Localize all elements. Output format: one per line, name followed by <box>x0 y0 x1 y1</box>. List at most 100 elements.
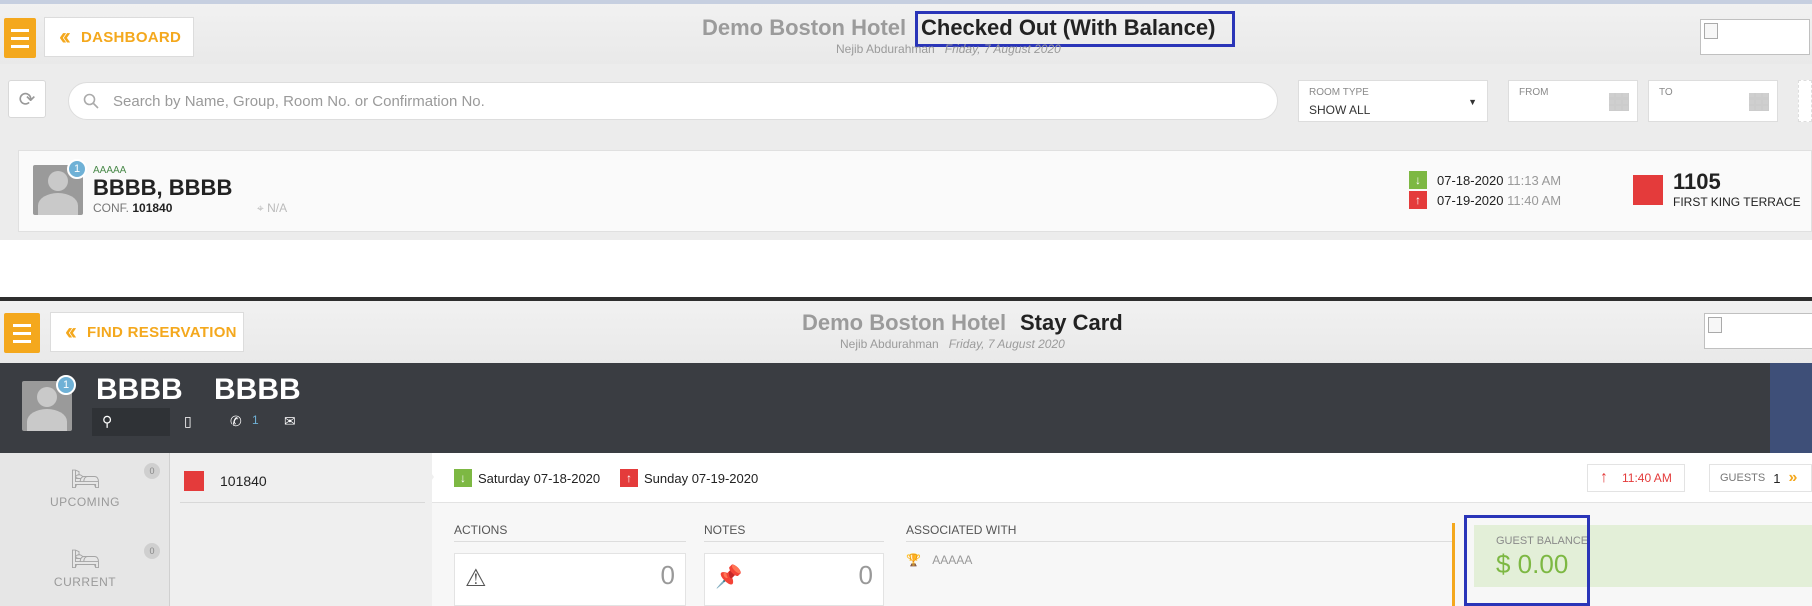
user-name: Nejib Abdurahman <box>840 337 939 351</box>
current-count: 0 <box>144 543 160 559</box>
departure-arrow-icon: ↑ <box>1409 191 1427 209</box>
associated-item[interactable]: 🏆 AAAAA <box>906 553 972 567</box>
notes-rule <box>704 541 884 542</box>
phone-count: 1 <box>252 413 259 427</box>
actions-card[interactable]: ⚠ 0 <box>454 553 686 606</box>
associated-rule <box>906 541 1452 542</box>
reservation-row[interactable]: 1 AAAAA BBBB, BBBB CONF. 101840 ⌖ N/A ↓ … <box>18 150 1812 232</box>
notes-card[interactable]: 📌 0 <box>704 553 884 606</box>
map-pin-icon: ⚲ <box>102 413 113 429</box>
guests-selector[interactable]: GUESTS 1 » <box>1709 464 1812 492</box>
nav-current[interactable]: 🛏 CURRENT 0 <box>0 533 170 606</box>
highlight-box <box>1464 515 1590 606</box>
stay-dates-bar: ↓ Saturday 07-18-2020 ↑ Sunday 07-19-202… <box>424 453 1812 503</box>
dashboard-nav-button[interactable]: ‹‹ DASHBOARD <box>44 17 194 57</box>
selection-pointer <box>424 463 434 491</box>
email-icon[interactable]: ✉ <box>284 413 296 430</box>
stay-card-main: ↓ Saturday 07-18-2020 ↑ Sunday 07-19-202… <box>424 453 1812 606</box>
actions-header: ACTIONS <box>454 523 508 537</box>
hamburger-icon <box>13 323 31 327</box>
location-field[interactable]: ⚲ <box>92 408 170 436</box>
dashboard-nav-label: DASHBOARD <box>80 28 182 46</box>
warning-icon: ⚠ <box>465 565 487 592</box>
user-line: Nejib Abdurahman Friday, 7 August 2020 <box>836 42 1061 56</box>
search-field[interactable] <box>68 82 1278 120</box>
reservation-nav: 🛏 UPCOMING 0 🛏 CURRENT 0 <box>0 453 170 606</box>
more-filter[interactable] <box>1798 80 1812 122</box>
guests-label: GUESTS <box>1720 472 1766 484</box>
guest-last-name: BBBB <box>214 373 301 406</box>
empty-list-area <box>0 240 1812 302</box>
guest-header: 1 BBBB BBBB ⚲ ▯ ✆ 1 ✉ <box>0 363 1812 459</box>
staycard-panel: ‹‹ FIND RESERVATION Demo Boston Hotel St… <box>0 301 1812 606</box>
guest-count-badge: 1 <box>67 159 87 179</box>
list-item[interactable]: 101840 <box>180 463 425 503</box>
room-type-value: SHOW ALL <box>1309 103 1371 117</box>
hotel-logo <box>1700 19 1810 55</box>
checkout-time-value: 11:40 AM <box>1622 471 1672 485</box>
upcoming-label: UPCOMING <box>50 495 120 509</box>
chevron-down-icon: » <box>1788 469 1798 486</box>
find-reservation-label: FIND RESERVATION <box>86 323 237 341</box>
upcoming-count: 0 <box>144 463 160 479</box>
arrival-date: 07-18-2020 <box>1437 173 1504 188</box>
side-tab[interactable] <box>1770 363 1812 453</box>
arrival-datetime: 07-18-2020 11:13 AM <box>1437 173 1561 188</box>
double-chevron-left-icon: ‹‹ <box>65 318 77 345</box>
pin-icon: 📌 <box>715 564 743 589</box>
actions-count: 0 <box>660 560 675 590</box>
guest-name: BBBB, BBBB <box>93 175 233 200</box>
hotel-name: Demo Boston Hotel <box>702 15 907 40</box>
current-date: Friday, 7 August 2020 <box>944 42 1061 56</box>
conf-number: 101840 <box>132 201 173 215</box>
arrival-arrow-icon: ↓ <box>1409 171 1427 189</box>
checkout-time[interactable]: ↑ 11:40 AM <box>1587 464 1685 492</box>
departure-time: 11:40 AM <box>1507 193 1562 208</box>
refresh-button[interactable]: ⟳ <box>8 80 46 118</box>
room-type-filter[interactable]: ROOM TYPE SHOW ALL ▼ <box>1298 80 1488 122</box>
bed-icon: 🛏 <box>70 466 101 493</box>
departure-arrow-icon: ↑ <box>1600 469 1608 486</box>
nav-upcoming[interactable]: 🛏 UPCOMING 0 <box>0 453 170 533</box>
hotel-logo <box>1704 313 1812 349</box>
reservation-list: 101840 <box>170 453 432 606</box>
arrival-arrow-icon: ↓ <box>454 469 472 487</box>
user-name: Nejib Abdurahman <box>836 42 935 56</box>
notes-header: NOTES <box>704 523 746 537</box>
menu-button[interactable] <box>4 18 36 58</box>
search-icon <box>83 93 99 109</box>
calendar-icon <box>1609 93 1629 111</box>
menu-button[interactable] <box>4 313 40 353</box>
double-chevron-left-icon: ‹‹ <box>59 23 71 50</box>
balance-accent-bar <box>1452 523 1455 606</box>
from-label: FROM <box>1519 87 1549 98</box>
location-text: N/A <box>267 201 288 215</box>
hotel-name: Demo Boston Hotel <box>802 310 1007 335</box>
hamburger-icon <box>11 28 29 32</box>
find-reservation-nav-button[interactable]: ‹‹ FIND RESERVATION <box>50 312 244 352</box>
actions-rule <box>454 541 686 542</box>
room-type: FIRST KING TERRACE <box>1673 195 1801 209</box>
conf-number: 101840 <box>220 473 267 489</box>
associated-header: ASSOCIATED WITH <box>906 523 1017 537</box>
from-date-filter[interactable]: FROM <box>1508 80 1638 122</box>
search-input[interactable] <box>113 92 1213 110</box>
staycard-header: ‹‹ FIND RESERVATION Demo Boston Hotel St… <box>0 301 1812 363</box>
location: ⌖ N/A <box>257 201 287 216</box>
to-date-filter[interactable]: TO <box>1648 80 1778 122</box>
guest-count-badge: 1 <box>56 375 76 395</box>
search-bar: ⟳ ROOM TYPE SHOW ALL ▼ FROM TO <box>0 70 1812 130</box>
trophy-icon: 🏆 <box>906 553 921 567</box>
room-number: 1105 <box>1673 169 1721 194</box>
departure-arrow-icon: ↑ <box>620 469 638 487</box>
notes-count: 0 <box>858 560 873 590</box>
current-label: CURRENT <box>53 575 117 589</box>
associated-value: AAAAA <box>932 553 973 567</box>
guest-first-name: BBBB <box>96 373 183 406</box>
mobile-icon[interactable]: ▯ <box>184 413 192 430</box>
dashboard-header: ‹‹ DASHBOARD Demo Boston Hotel Checked O… <box>0 4 1812 64</box>
departure-date: Sunday 07-19-2020 <box>644 471 759 486</box>
phone-icon[interactable]: ✆ <box>230 413 242 430</box>
user-line: Nejib Abdurahman Friday, 7 August 2020 <box>840 337 1065 351</box>
refresh-icon: ⟳ <box>18 88 36 111</box>
